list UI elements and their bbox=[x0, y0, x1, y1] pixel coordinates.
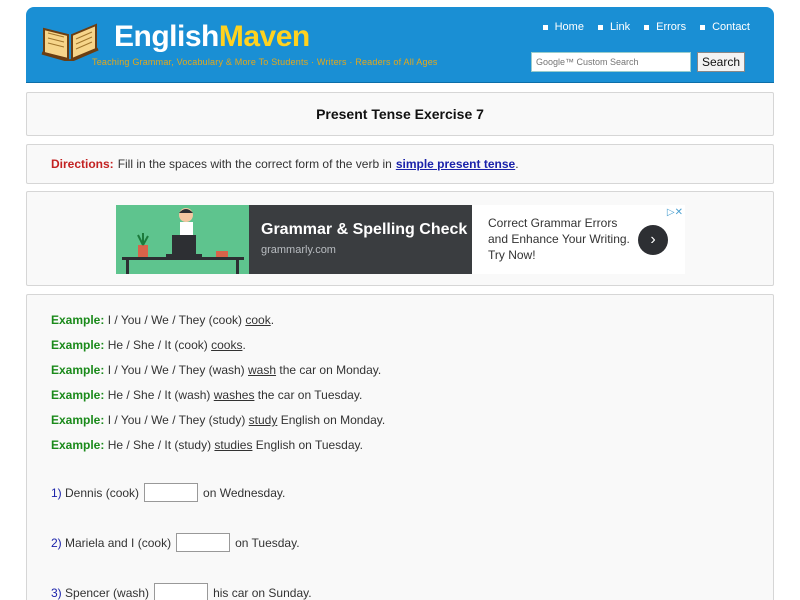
example-answer: study bbox=[248, 413, 278, 427]
question-number: 1) bbox=[51, 485, 62, 500]
directions-end: . bbox=[515, 157, 519, 171]
question-number: 3) bbox=[51, 585, 62, 600]
directions-label: Directions: bbox=[51, 157, 114, 171]
ad-body-block: Correct Grammar Errors and Enhance Your … bbox=[472, 205, 685, 274]
directions-panel: Directions: Fill in the spaces with the … bbox=[26, 144, 774, 184]
site-logo[interactable]: EnglishMaven bbox=[114, 20, 310, 54]
example-prompt: He / She / It (cook) bbox=[107, 338, 208, 352]
nav-link[interactable]: Link bbox=[597, 21, 631, 33]
ad-panel: Grammar & Spelling Check grammarly.com C… bbox=[26, 191, 774, 286]
nav-errors[interactable]: Errors bbox=[644, 21, 686, 33]
question-3: 3) Spencer (wash) his car on Sunday. bbox=[51, 583, 312, 600]
bullet-icon bbox=[597, 24, 603, 30]
bullet-icon bbox=[700, 24, 706, 30]
question-2: 2) Mariela and I (cook) on Tuesday. bbox=[51, 533, 300, 552]
ad-arrow-button[interactable]: › bbox=[638, 225, 668, 255]
open-book-icon bbox=[41, 23, 99, 61]
example-label: Example: bbox=[51, 388, 105, 402]
example-prompt: He / She / It (study) bbox=[107, 438, 212, 452]
ad-domain: grammarly.com bbox=[261, 244, 336, 256]
question-prompt: Spencer (wash) bbox=[65, 585, 150, 600]
example-prompt: He / She / It (wash) bbox=[107, 388, 211, 402]
example-answer: washes bbox=[213, 388, 255, 402]
answer-input-3[interactable] bbox=[154, 583, 209, 600]
example-line: Example: He / She / It (study) studies E… bbox=[51, 438, 773, 463]
nav-link-label: Link bbox=[609, 21, 631, 33]
example-answer: cook bbox=[245, 313, 271, 327]
ad-choices-icon[interactable]: ▷✕ bbox=[667, 205, 683, 221]
example-rest: . bbox=[270, 313, 275, 327]
example-answer: studies bbox=[214, 438, 253, 452]
example-line: Example: I / You / We / They (study) stu… bbox=[51, 413, 773, 438]
nav-home[interactable]: Home bbox=[542, 21, 584, 33]
site-tagline: Teaching Grammar, Vocabulary & More To S… bbox=[92, 57, 438, 67]
question-rest: his car on Sunday. bbox=[213, 585, 312, 600]
example-rest: English on Tuesday. bbox=[255, 438, 363, 452]
site-header: EnglishMaven Teaching Grammar, Vocabular… bbox=[26, 7, 774, 83]
example-line: Example: I / You / We / They (wash) wash… bbox=[51, 363, 773, 388]
nav-home-label: Home bbox=[554, 21, 584, 33]
page-title: Present Tense Exercise 7 bbox=[316, 106, 484, 122]
example-answer: wash bbox=[248, 363, 277, 377]
example-rest: the car on Monday. bbox=[279, 363, 382, 377]
ad-body: Correct Grammar Errors and Enhance Your … bbox=[488, 216, 630, 262]
question-number: 2) bbox=[51, 535, 62, 550]
example-label: Example: bbox=[51, 338, 105, 352]
example-answer: cooks bbox=[211, 338, 243, 352]
directions-text: Fill in the spaces with the correct form… bbox=[117, 157, 392, 171]
simple-present-tense-link[interactable]: simple present tense bbox=[396, 157, 515, 171]
nav-contact-label: Contact bbox=[712, 21, 750, 33]
example-rest: . bbox=[242, 338, 246, 352]
example-line: Example: He / She / It (wash) washes the… bbox=[51, 388, 773, 413]
logo-text-english: English bbox=[114, 20, 219, 53]
example-label: Example: bbox=[51, 313, 105, 327]
title-panel: Present Tense Exercise 7 bbox=[26, 92, 774, 136]
ad-headline-block: Grammar & Spelling Check grammarly.com bbox=[249, 205, 472, 274]
question-1: 1) Dennis (cook) on Wednesday. bbox=[51, 483, 285, 502]
example-rest: the car on Tuesday. bbox=[257, 388, 363, 402]
answer-input-1[interactable] bbox=[144, 483, 199, 502]
question-rest: on Tuesday. bbox=[235, 535, 300, 550]
answer-input-2[interactable] bbox=[176, 533, 231, 552]
example-label: Example: bbox=[51, 363, 105, 377]
example-label: Example: bbox=[51, 438, 105, 452]
example-rest: English on Monday. bbox=[280, 413, 386, 427]
question-rest: on Wednesday. bbox=[203, 485, 286, 500]
search-button[interactable]: Search bbox=[697, 52, 745, 72]
question-prompt: Dennis (cook) bbox=[65, 485, 140, 500]
bullet-icon bbox=[644, 24, 650, 30]
search-input[interactable] bbox=[531, 52, 691, 72]
example-prompt: I / You / We / They (wash) bbox=[107, 363, 245, 377]
ad-headline: Grammar & Spelling Check bbox=[261, 221, 468, 238]
nav-contact[interactable]: Contact bbox=[700, 21, 750, 33]
bullet-icon bbox=[542, 24, 548, 30]
example-prompt: I / You / We / They (cook) bbox=[107, 313, 242, 327]
example-line: Example: I / You / We / They (cook) cook… bbox=[51, 313, 773, 338]
grammarly-ad[interactable]: Grammar & Spelling Check grammarly.com C… bbox=[116, 205, 685, 274]
example-label: Example: bbox=[51, 413, 105, 427]
nav-errors-label: Errors bbox=[656, 21, 687, 33]
question-prompt: Mariela and I (cook) bbox=[65, 535, 172, 550]
example-line: Example: He / She / It (cook) cooks. bbox=[51, 338, 773, 363]
ad-illustration bbox=[116, 205, 249, 274]
person-at-laptop-illustration bbox=[116, 205, 249, 274]
example-prompt: I / You / We / They (study) bbox=[107, 413, 246, 427]
logo-text-maven: Maven bbox=[218, 20, 310, 53]
top-nav: Home Link Errors Contact bbox=[542, 21, 750, 33]
exercise-panel: Example: I / You / We / They (cook) cook… bbox=[26, 294, 774, 600]
